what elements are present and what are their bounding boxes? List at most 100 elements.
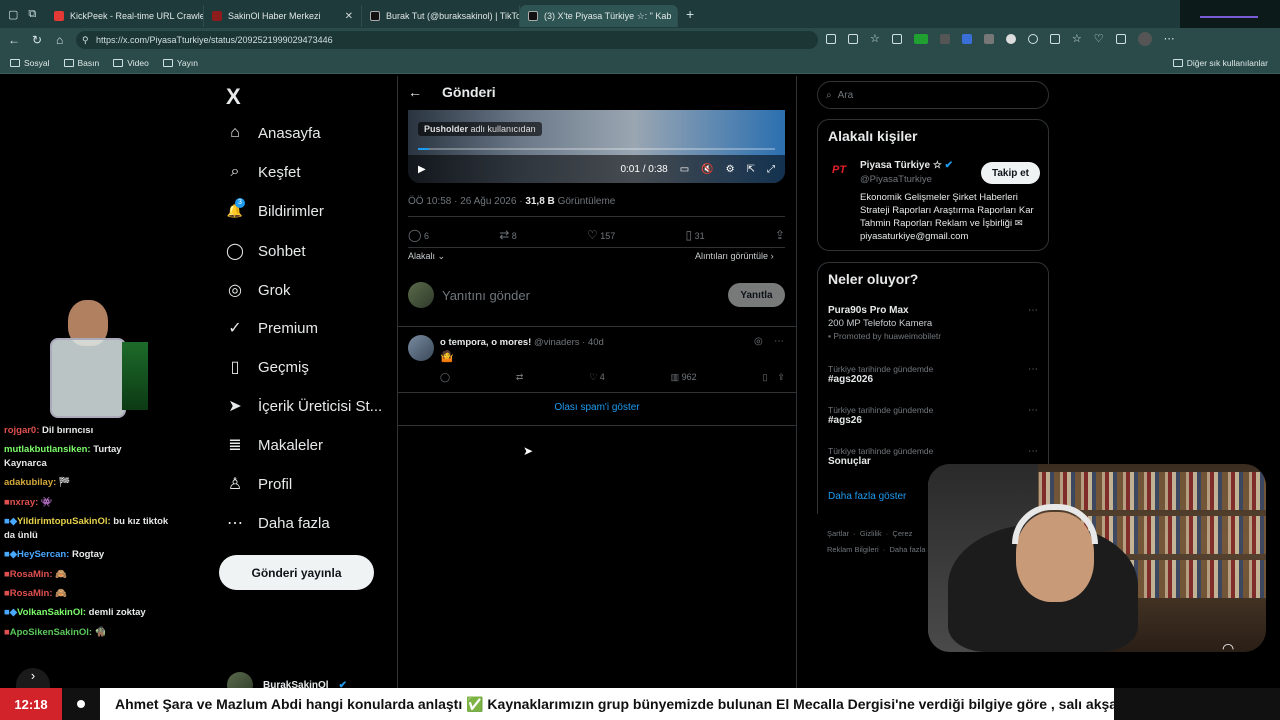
reply-action[interactable]: ◯ 6 — [408, 228, 429, 242]
nav-item-articles[interactable]: ≣ Makaleler — [226, 435, 323, 455]
commenter-avatar[interactable] — [408, 335, 434, 361]
nav-item-more[interactable]: ⋯ Daha fazla — [226, 513, 330, 533]
install-app-icon[interactable] — [826, 34, 836, 44]
piyasa-avatar[interactable]: PT — [832, 164, 854, 186]
trend-more-icon[interactable]: ⋯ — [1028, 446, 1038, 457]
nav-item-premium[interactable]: ✓ Premium — [226, 318, 318, 338]
popout-icon[interactable]: ⇱ — [747, 164, 755, 175]
post-timestamp[interactable]: ÖÖ 10:58 · 26 Ağu 2026 · — [408, 196, 523, 207]
tab-actions-icon[interactable]: ⧉ — [28, 8, 36, 21]
profile-avatar[interactable] — [1137, 32, 1152, 46]
address-bar[interactable]: ⚲ https://x.com/PiyasaTturkiye/status/20… — [76, 31, 818, 49]
person-name-row[interactable]: Piyasa Türkiye ☆ ✔ — [860, 160, 953, 171]
show-spam-link[interactable]: Olası spam'i göster — [398, 402, 796, 413]
card-title: Alakalı kişiler — [828, 128, 918, 144]
video-progress-bar[interactable] — [418, 148, 775, 150]
nav-item-home[interactable]: ⌂ Anasayfa — [226, 124, 320, 142]
share-icon[interactable]: ⇪ — [775, 228, 785, 242]
browser-tab-1[interactable]: KickPeek - Real-time URL Crawler✕ — [46, 5, 204, 27]
trend-ad[interactable]: Pura90s Pro Max 200 MP Telefoto Kamera ▪… — [828, 305, 941, 341]
mute-icon[interactable]: 🔇 — [701, 164, 713, 175]
search-input[interactable]: ⌕ Ara — [817, 81, 1049, 109]
chat-user: nxray: — [9, 496, 39, 508]
browser-tab-4-active[interactable]: (3) X'te Piyasa Türkiye ☆: " Kab ✕ — [520, 5, 678, 27]
profile-icon[interactable]: ▢ — [8, 8, 18, 21]
collections-icon[interactable] — [1115, 34, 1126, 44]
extension-blue-icon[interactable] — [961, 34, 972, 44]
trend-more-icon[interactable]: ⋯ — [1028, 364, 1038, 375]
extensions-puzzle-icon[interactable] — [1027, 34, 1038, 44]
trend-item[interactable]: Türkiye tarihinde gündemde #ags2026 — [828, 364, 933, 385]
video-player[interactable]: Pusholder adlı kullanıcıdan ▶ 0:01 / 0:3… — [408, 110, 785, 183]
reply-submit-button[interactable]: Yanıtla — [728, 283, 785, 307]
like-action[interactable]: ♡ 157 — [587, 228, 615, 242]
trend-item[interactable]: Türkiye tarihinde gündemde Sonuçlar — [828, 446, 933, 467]
close-tab-icon[interactable]: ✕ — [677, 11, 678, 22]
fullscreen-icon[interactable]: ⤢ — [767, 164, 775, 175]
reply-filter-dropdown[interactable]: Alakalı ⌄ — [408, 251, 445, 262]
x-logo-icon[interactable]: X — [226, 84, 241, 110]
reader-icon[interactable] — [848, 34, 858, 44]
play-icon[interactable]: ▶ — [418, 164, 426, 175]
trend-more-icon[interactable]: ⋯ — [1028, 305, 1038, 316]
show-more-link[interactable]: Daha fazla göster — [828, 491, 906, 502]
chat-user: YildirimtopuSakinOl: — [17, 516, 111, 528]
back-arrow-icon[interactable]: ← — [408, 84, 422, 100]
reply-icon[interactable]: ◯ — [440, 372, 450, 383]
bookmark-folder-basin[interactable]: Basın — [63, 58, 99, 68]
extension-circle-icon[interactable] — [1005, 34, 1016, 44]
extension-s-icon[interactable] — [983, 34, 994, 44]
bookmark-icon[interactable]: ▯ — [762, 372, 767, 382]
comment-author[interactable]: o tempora, o mores! — [440, 337, 531, 348]
browser-tab-2[interactable]: SakinOl Haber Merkezi ✕ — [204, 5, 362, 27]
bookmark-folder-yayin[interactable]: Yayın — [162, 58, 198, 68]
extension-grid-icon[interactable] — [939, 34, 950, 44]
bookmark-folder-sosyal[interactable]: Sosyal — [10, 58, 50, 68]
back-arrow-icon[interactable]: ← — [8, 33, 20, 47]
chat-text: 🧌 — [94, 626, 107, 638]
favorites-icon[interactable]: ☆ — [1072, 34, 1082, 46]
nav-item-history[interactable]: ▯ Geçmiş — [226, 357, 309, 377]
browser-tab-3[interactable]: Burak Tut (@buraksakinol) | TikTok✕ — [362, 5, 520, 27]
repost-icon[interactable]: ⇄ — [516, 372, 524, 383]
other-bookmarks[interactable]: Diğer sık kullanılanlar — [1172, 58, 1268, 68]
close-tab-icon[interactable]: ✕ — [345, 11, 353, 22]
bookmark-folder-video[interactable]: Video — [113, 58, 149, 68]
new-tab-icon[interactable]: + — [686, 6, 694, 22]
nav-item-explore[interactable]: ⌕ Keşfet — [226, 163, 301, 181]
chat-user: mutlakbutlansiken: — [4, 444, 91, 456]
like-action[interactable]: ♡ 4 — [589, 372, 605, 383]
nav-item-grok[interactable]: ◎ Grok — [226, 280, 291, 300]
site-info-icon[interactable]: ⚲ — [82, 35, 89, 46]
settings-gear-icon[interactable]: ⚙ — [726, 164, 735, 175]
grok-explain-icon[interactable]: ◎ — [754, 336, 763, 347]
home-icon[interactable]: ⌂ — [56, 33, 63, 47]
sidebar-icon[interactable] — [1049, 34, 1060, 44]
share-icon[interactable]: ⇪ — [777, 372, 785, 382]
split-view-icon[interactable] — [891, 34, 902, 44]
footer-links[interactable]: Reklam Bilgileri · Daha fazla — [827, 545, 925, 554]
captions-icon[interactable]: ▭ — [680, 164, 689, 175]
nav-item-chat[interactable]: ◯ Sohbet — [226, 241, 306, 261]
nav-item-profile[interactable]: ♙ Profil — [226, 474, 292, 494]
view-quotes-link[interactable]: Alıntıları görüntüle › — [695, 251, 774, 261]
extension-green-icon[interactable] — [913, 34, 928, 44]
repost-action[interactable]: ⇄ 8 — [499, 228, 517, 242]
heart-icon[interactable]: ♡ — [1094, 34, 1104, 46]
nav-item-notifications[interactable]: 🔔 3 Bildirimler — [226, 198, 324, 220]
reply-input[interactable]: Yanıtını gönder — [442, 288, 530, 303]
nav-item-creator-studio[interactable]: ➤ İçerik Üreticisi St... — [226, 396, 382, 416]
scroll-arrow-icon[interactable]: › — [16, 668, 50, 688]
post-button[interactable]: Gönderi yayınla — [219, 555, 374, 590]
star-bookmark-icon[interactable]: ☆ — [870, 34, 880, 46]
bookmark-action[interactable]: ▯ 31 — [686, 228, 705, 242]
trend-more-icon[interactable]: ⋯ — [1028, 405, 1038, 416]
follow-button[interactable]: Takip et — [981, 162, 1040, 184]
comment-more-icon[interactable]: ⋯ — [774, 336, 784, 347]
footer-links[interactable]: Şartlar · Gizlilik · Çerez — [827, 529, 912, 538]
reload-icon[interactable]: ↻ — [32, 33, 42, 47]
views-action[interactable]: ▥ 962 — [671, 372, 697, 383]
trend-item[interactable]: Türkiye tarihinde gündemde #ags26 — [828, 405, 933, 426]
more-menu-icon[interactable]: ⋯ — [1164, 34, 1175, 46]
window-controls — [1180, 0, 1280, 28]
